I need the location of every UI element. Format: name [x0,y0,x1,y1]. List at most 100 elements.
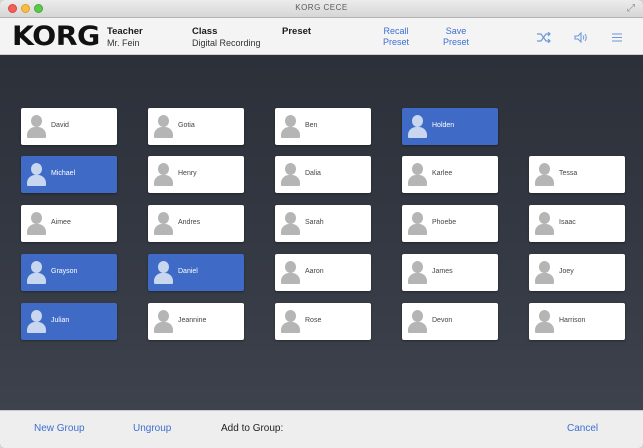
student-card[interactable]: Isaac [529,205,625,242]
student-name: Aaron [305,268,324,275]
recall-preset-label-line2: Preset [382,37,409,47]
student-name: Henry [178,170,197,177]
student-name: Harrison [559,317,586,324]
student-card[interactable]: Andres [148,205,244,242]
student-card[interactable]: James [402,254,498,291]
student-name: David [51,122,69,129]
student-name: Tessa [559,170,578,177]
student-name: Isaac [559,219,576,226]
student-card[interactable]: Dalia [275,156,371,193]
avatar-icon [26,260,46,285]
student-name: Jeannine [178,317,207,324]
ungroup-button[interactable]: Ungroup [133,423,171,434]
student-name: Gotia [178,122,195,129]
student-card[interactable]: Julian [21,303,117,340]
avatar-icon [534,309,554,334]
student-card[interactable]: David [21,108,117,145]
avatar-icon [407,162,427,187]
student-card[interactable]: Holden [402,108,498,145]
student-name: Julian [51,317,70,324]
student-name: Ben [305,122,318,129]
student-card[interactable]: Phoebe [402,205,498,242]
avatar-icon [280,260,300,285]
avatar-icon [407,309,427,334]
teacher-field: Teacher Mr. Fein [107,26,143,49]
app-window: KORG CECE ⤢ KORG Teacher Mr. Fein Class … [0,0,643,448]
avatar-icon [280,309,300,334]
avatar-icon [407,260,427,285]
avatar-icon [153,260,173,285]
avatar-icon [153,309,173,334]
student-name: Sarah [305,219,324,226]
student-card[interactable]: Aimee [21,205,117,242]
student-card[interactable]: Ben [275,108,371,145]
fullscreen-icon[interactable]: ⤢ [627,3,635,14]
student-card[interactable]: Rose [275,303,371,340]
student-name: Holden [432,122,455,129]
preset-field: Preset [282,26,311,37]
korg-logo: KORG [12,21,100,52]
avatar-icon [153,114,173,139]
avatar-icon [153,162,173,187]
save-preset-button[interactable]: Save Preset [436,26,476,48]
recall-preset-label-line1: Recall [383,26,409,36]
menu-icon[interactable] [611,32,623,46]
student-name: Joey [559,268,574,275]
teacher-value: Mr. Fein [107,38,140,48]
avatar-icon [153,211,173,236]
avatar-icon [26,309,46,334]
avatar-icon [534,211,554,236]
student-card[interactable]: Jeannine [148,303,244,340]
teacher-label: Teacher [107,26,143,37]
student-card[interactable]: Sarah [275,205,371,242]
class-value: Digital Recording [192,38,261,48]
new-group-button[interactable]: New Group [34,423,85,434]
student-card[interactable]: Daniel [148,254,244,291]
avatar-icon [407,211,427,236]
add-to-group-label: Add to Group: [221,423,284,434]
student-name: Michael [51,170,76,177]
speaker-icon[interactable] [574,31,588,46]
window-title: KORG CECE [295,3,348,12]
student-card[interactable]: Grayson [21,254,117,291]
student-card[interactable]: Joey [529,254,625,291]
student-name: James [432,268,453,275]
student-card[interactable]: Karlee [402,156,498,193]
student-name: Karlee [432,170,453,177]
avatar-icon [534,260,554,285]
avatar-icon [280,211,300,236]
avatar-icon [26,114,46,139]
student-name: Dalia [305,170,321,177]
class-label: Class [192,26,218,37]
student-card[interactable]: Devon [402,303,498,340]
avatar-icon [407,114,427,139]
bottom-toolbar: New Group Ungroup Add to Group: Cancel [0,410,643,448]
avatar-icon [280,114,300,139]
preset-label: Preset [282,26,312,37]
avatar-icon [280,162,300,187]
recall-preset-button[interactable]: Recall Preset [376,26,416,48]
student-card[interactable]: Michael [21,156,117,193]
student-name: Phoebe [432,219,457,226]
student-name: Aimee [51,219,71,226]
save-preset-label-line2: Preset [442,37,469,47]
cancel-button[interactable]: Cancel [567,423,598,434]
student-card[interactable]: Harrison [529,303,625,340]
student-card[interactable]: Gotia [148,108,244,145]
title-bar: KORG CECE ⤢ [0,0,643,18]
student-name: Grayson [51,268,78,275]
student-name: Andres [178,219,201,226]
avatar-icon [26,211,46,236]
student-name: Devon [432,317,453,324]
header-bar: KORG Teacher Mr. Fein Class Digital Reco… [0,18,643,55]
avatar-icon [26,162,46,187]
student-name: Daniel [178,268,198,275]
student-card[interactable]: Tessa [529,156,625,193]
student-card[interactable]: Henry [148,156,244,193]
class-field: Class Digital Recording [192,26,261,49]
shuffle-icon[interactable] [537,31,551,46]
student-card[interactable]: Aaron [275,254,371,291]
avatar-icon [534,162,554,187]
save-preset-label-line1: Save [445,26,467,36]
student-name: Rose [305,317,322,324]
